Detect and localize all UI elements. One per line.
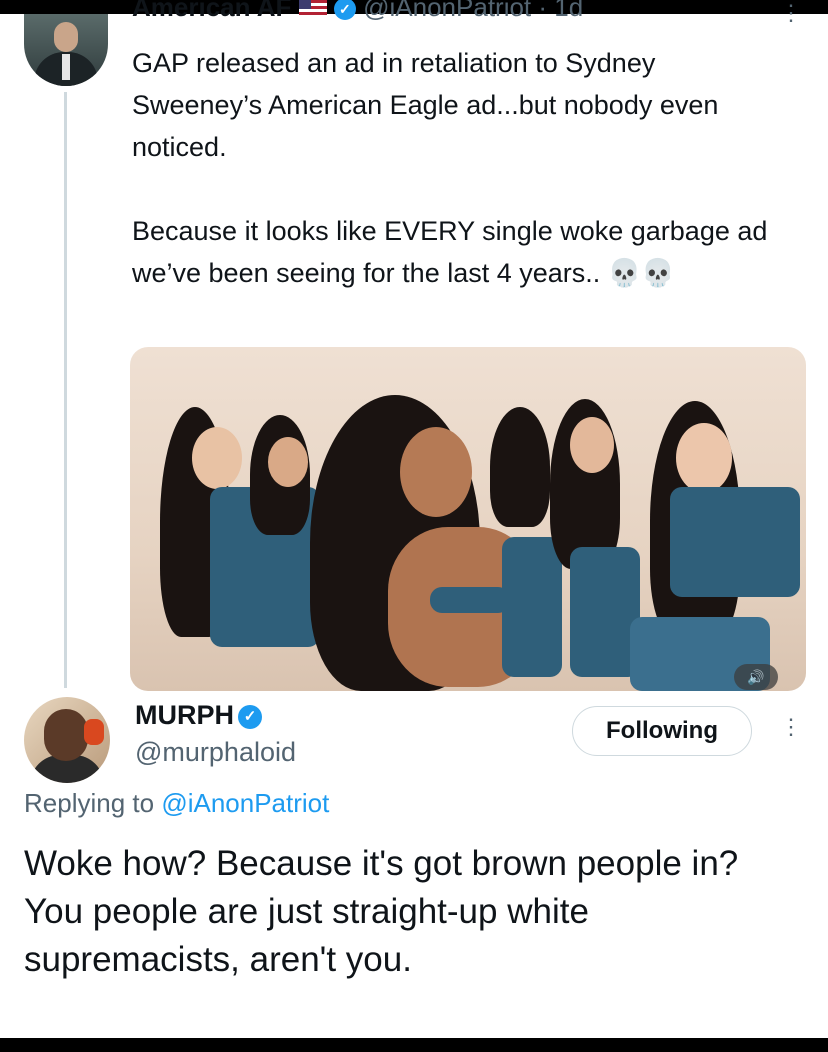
thread-connector-line bbox=[64, 92, 67, 688]
following-button[interactable]: Following bbox=[572, 706, 752, 756]
replying-prefix: Replying to bbox=[24, 788, 162, 818]
author-avatar[interactable] bbox=[24, 14, 108, 86]
verified-badge-icon: ✓ bbox=[333, 0, 356, 21]
dancer-face bbox=[400, 427, 472, 517]
tweet-video-media[interactable] bbox=[130, 347, 806, 691]
verified-badge-icon: ✓ bbox=[238, 704, 262, 729]
reply-author-handle[interactable]: @murphaloid bbox=[135, 737, 296, 768]
tweet-paragraph-1: GAP released an ad in retaliation to Syd… bbox=[132, 48, 719, 162]
author-name[interactable]: American AF bbox=[132, 0, 291, 22]
dancer-face bbox=[268, 437, 308, 487]
bottom-letterbox bbox=[0, 1038, 828, 1052]
dancer-hair bbox=[490, 407, 550, 527]
speaker-icon[interactable]: 🔊 bbox=[734, 664, 778, 690]
tweet-header: American AF ✓ @iAnonPatriot · 1d bbox=[132, 0, 583, 23]
tweet-text: GAP released an ad in retaliation to Syd… bbox=[132, 42, 792, 294]
replying-to: Replying to @iAnonPatriot bbox=[24, 788, 329, 819]
reply-paragraph-1: Woke how? Because it's got brown people … bbox=[24, 844, 739, 883]
author-handle[interactable]: @iAnonPatriot bbox=[363, 0, 531, 22]
dancer-face bbox=[570, 417, 614, 473]
more-options-icon[interactable]: ⋮ bbox=[780, 0, 802, 26]
reply-author-name-row: MURPH ✓ bbox=[135, 700, 262, 731]
reply-text: Woke how? Because it's got brown people … bbox=[24, 840, 804, 984]
more-options-icon[interactable]: ⋮ bbox=[780, 714, 802, 740]
dancer-jacket bbox=[670, 487, 800, 597]
dancer-face bbox=[676, 423, 732, 493]
dancer-face bbox=[192, 427, 242, 489]
reply-paragraph-2: You people are just straight-up white su… bbox=[24, 892, 589, 979]
tweet-paragraph-2: Because it looks like EVERY single woke … bbox=[132, 216, 768, 288]
tweet-time[interactable]: 1d bbox=[554, 0, 583, 22]
reply-author-name[interactable]: MURPH bbox=[135, 700, 234, 730]
avatar-face bbox=[54, 22, 78, 52]
us-flag-icon bbox=[298, 0, 327, 19]
replying-mention-link[interactable]: @iAnonPatriot bbox=[161, 788, 329, 818]
avatar-face bbox=[44, 709, 88, 761]
dancer-top bbox=[430, 587, 510, 613]
avatar-tie bbox=[62, 54, 70, 80]
reply-author-avatar[interactable] bbox=[24, 697, 110, 783]
dancer-skirt bbox=[502, 537, 562, 677]
avatar-glove bbox=[84, 719, 104, 745]
